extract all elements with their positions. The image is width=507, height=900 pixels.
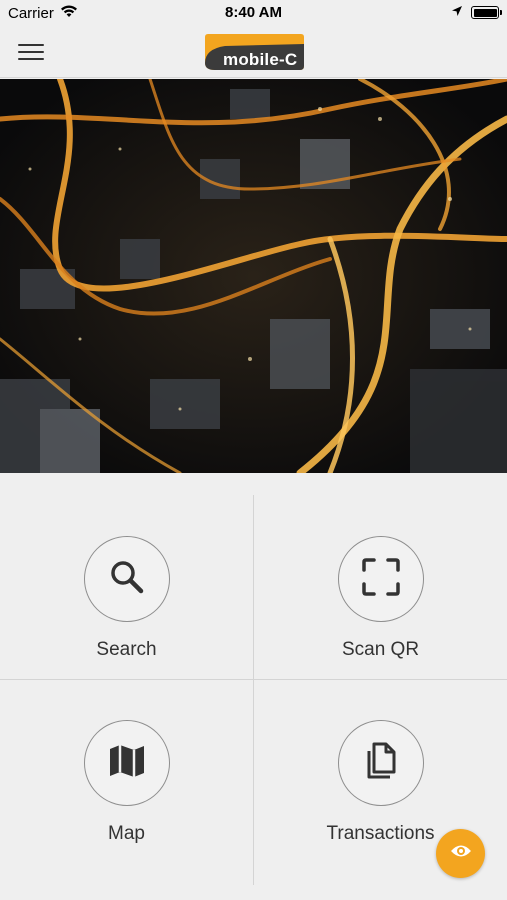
menu-line-icon bbox=[18, 58, 44, 60]
hamburger-menu-button[interactable] bbox=[18, 39, 52, 65]
scan-qr-icon bbox=[361, 557, 401, 602]
status-right bbox=[451, 4, 502, 21]
status-time: 8:40 AM bbox=[225, 4, 282, 21]
logo-text: mobile-C bbox=[223, 50, 298, 69]
search-label: Search bbox=[96, 639, 157, 660]
scan-qr-label: Scan QR bbox=[341, 639, 420, 660]
battery-icon bbox=[471, 6, 502, 19]
scan-qr-button[interactable] bbox=[338, 536, 424, 622]
app-header: mobile-C bbox=[0, 26, 507, 78]
hero-city-image bbox=[0, 79, 507, 473]
map-button[interactable] bbox=[84, 720, 170, 806]
menu-line-icon bbox=[18, 44, 44, 46]
map-icon bbox=[107, 741, 147, 786]
search-tile[interactable]: Search bbox=[0, 495, 253, 679]
action-grid: Search Scan QR Map Transactions bbox=[0, 473, 507, 900]
transactions-button[interactable] bbox=[338, 720, 424, 806]
map-label: Map bbox=[108, 823, 145, 844]
app-screen: Carrier 8:40 AM mobile-C Search Scan QR … bbox=[0, 0, 507, 900]
search-icon bbox=[107, 557, 147, 602]
eye-fab-button[interactable] bbox=[436, 829, 485, 878]
menu-line-icon bbox=[18, 51, 44, 53]
search-button[interactable] bbox=[84, 536, 170, 622]
documents-icon bbox=[361, 741, 401, 786]
map-tile[interactable]: Map bbox=[0, 680, 253, 864]
mobile-c-logo: mobile-C bbox=[203, 33, 305, 71]
status-bar: Carrier 8:40 AM bbox=[0, 0, 507, 26]
location-arrow-icon bbox=[451, 4, 463, 21]
scan-qr-tile[interactable]: Scan QR bbox=[254, 495, 507, 679]
eye-icon bbox=[450, 843, 472, 864]
